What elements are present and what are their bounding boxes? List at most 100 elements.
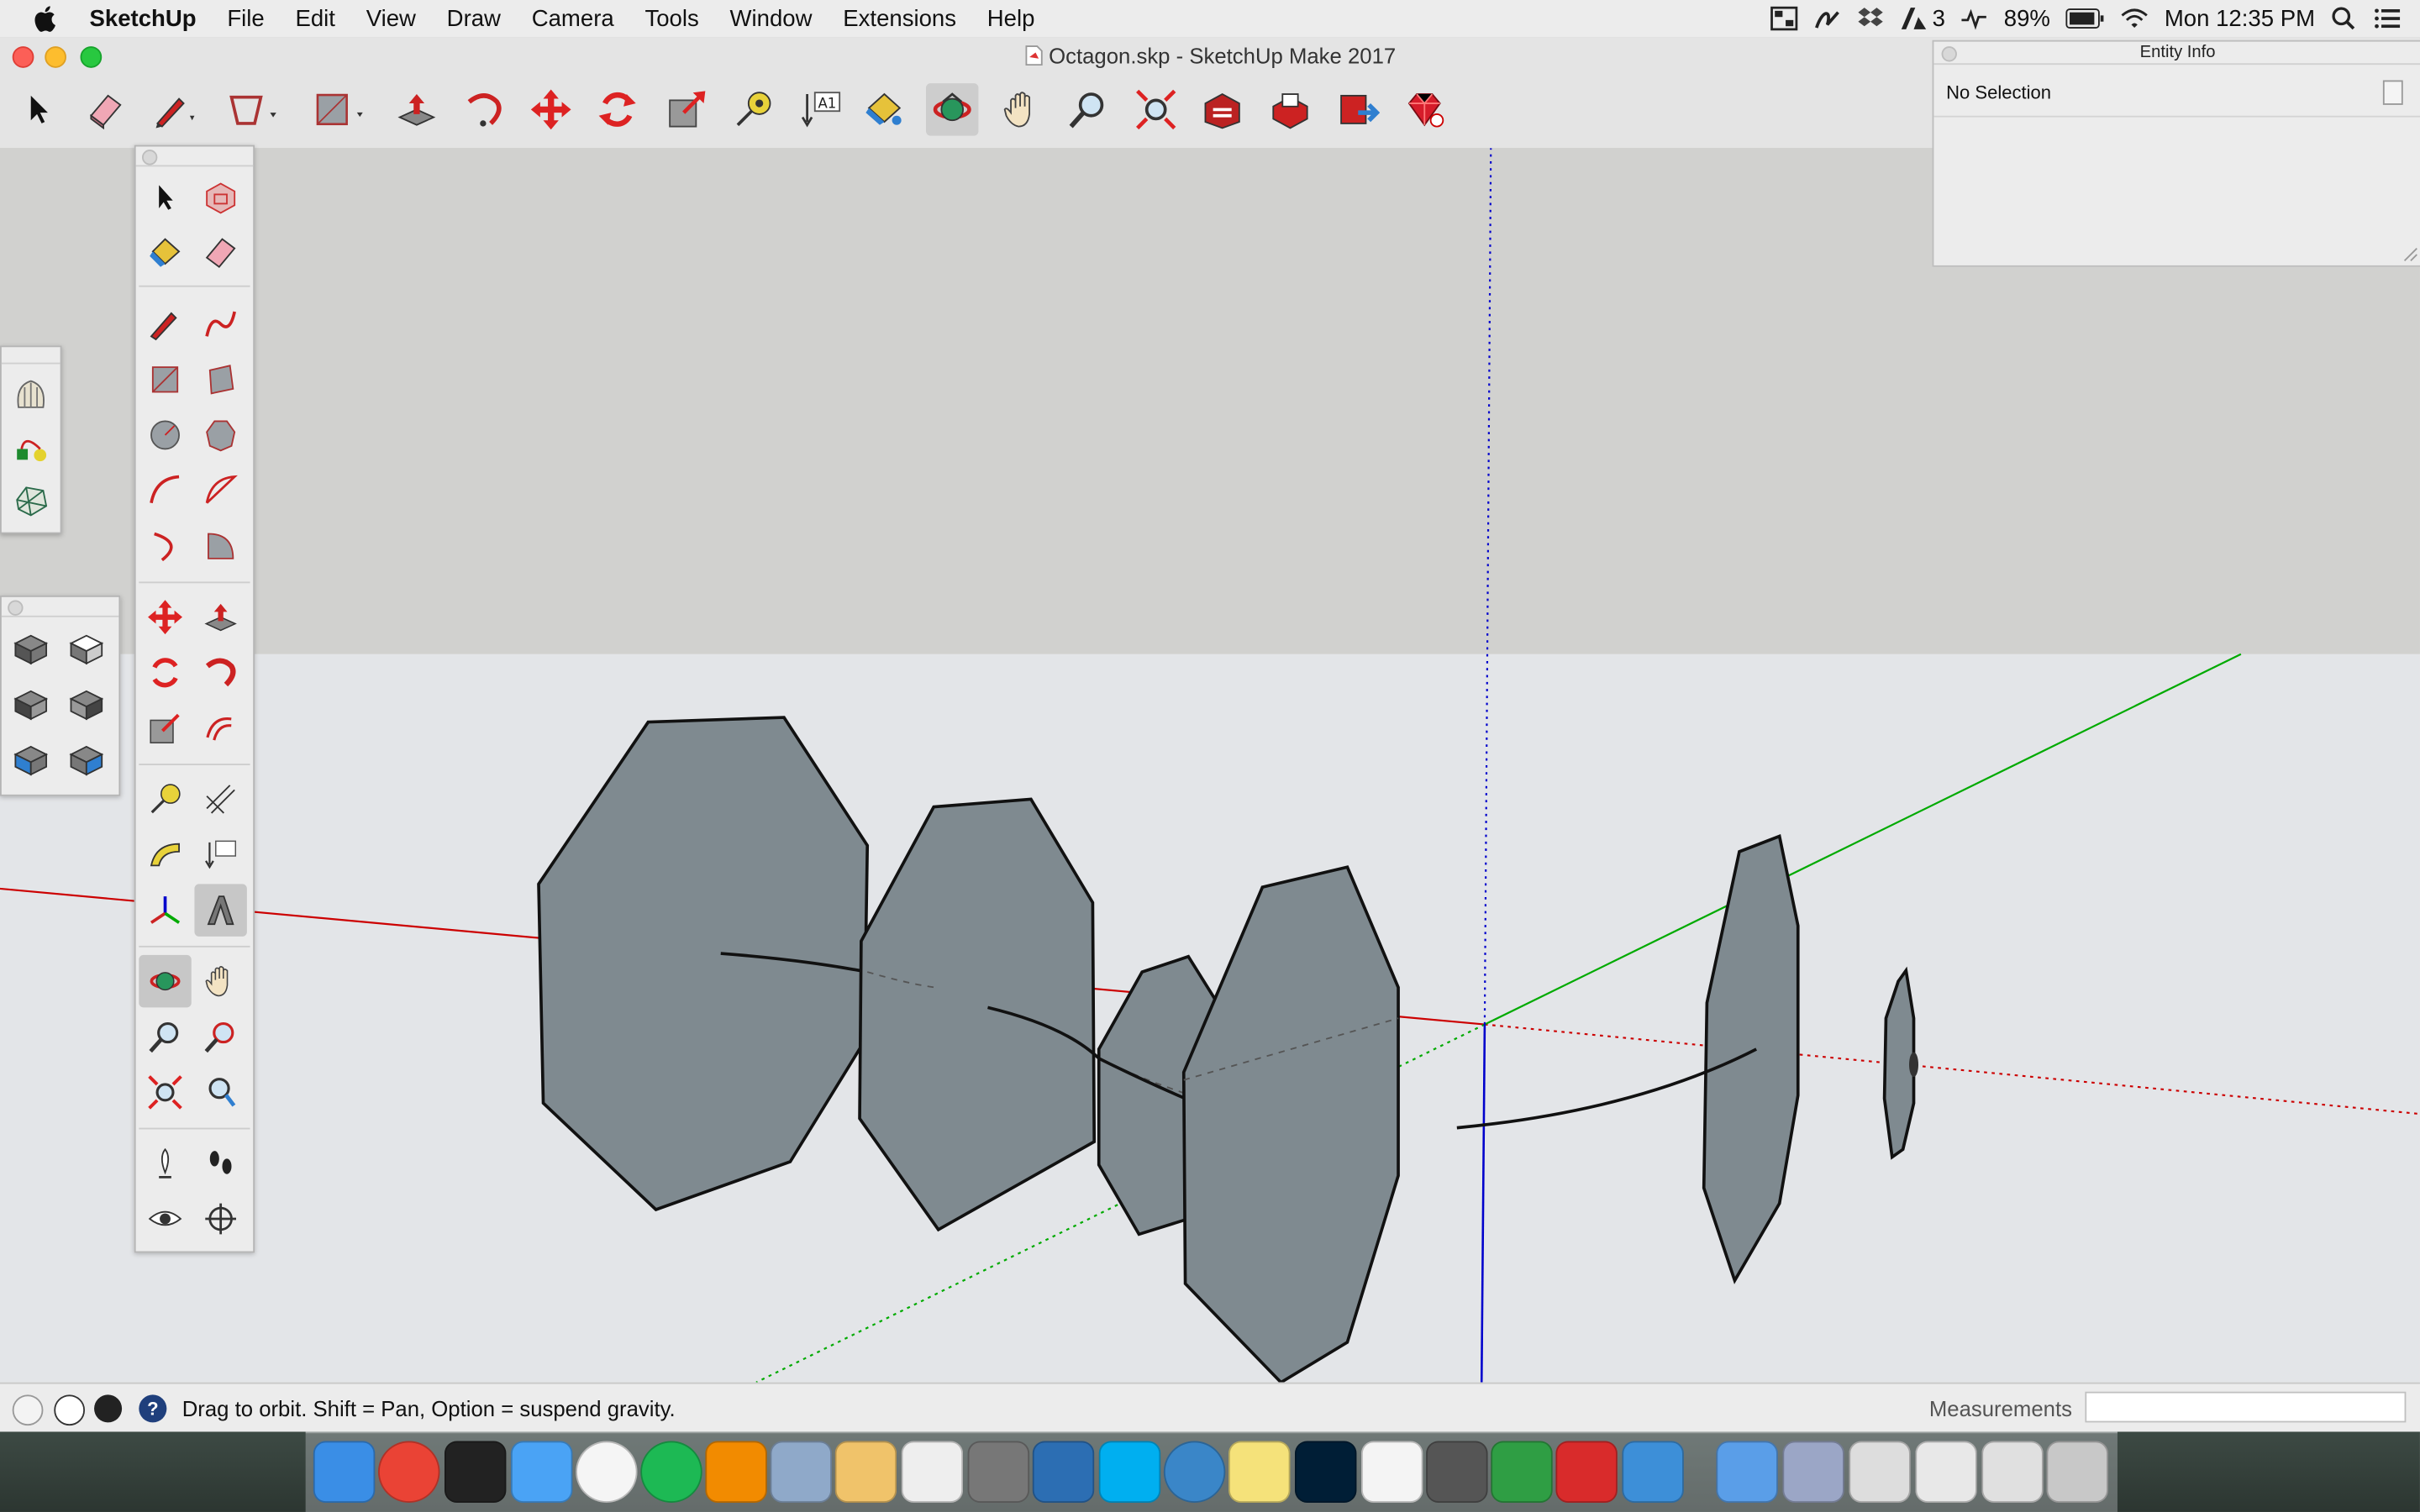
palette-line-button[interactable]	[139, 297, 191, 349]
back-view-button[interactable]	[5, 732, 57, 785]
entity-info-expand-button[interactable]	[2382, 80, 2403, 105]
palette-make-component-button[interactable]	[194, 171, 246, 223]
dock-one-piece-icon[interactable]	[1360, 1441, 1423, 1503]
clock[interactable]: Mon 12:35 PM	[2165, 5, 2315, 31]
credits-icon[interactable]	[54, 1394, 86, 1426]
paint-bucket-tool-button[interactable]	[858, 83, 910, 135]
palette-walk-button[interactable]	[194, 1137, 246, 1189]
palette-zoom-window-button[interactable]	[194, 1011, 246, 1063]
palette-close-button[interactable]	[8, 600, 24, 616]
dock-textedit-icon[interactable]	[834, 1441, 897, 1503]
menu-draw[interactable]: Draw	[431, 5, 516, 31]
menu-help[interactable]: Help	[971, 5, 1050, 31]
dock-vlc-icon[interactable]	[705, 1441, 767, 1503]
ruby-tool-button[interactable]	[1398, 83, 1450, 135]
palette-polygon-button[interactable]	[194, 409, 246, 461]
dock-thunderbird-icon[interactable]	[1032, 1441, 1095, 1503]
palette-close-button[interactable]	[141, 150, 158, 165]
shape-tool-button[interactable]	[227, 83, 279, 135]
drape-tool-button[interactable]	[5, 474, 57, 526]
dock-trash-icon[interactable]	[2046, 1441, 2108, 1503]
modeling-viewport[interactable]	[0, 148, 2420, 1383]
right-view-button[interactable]	[60, 677, 113, 729]
smoove-tool-button[interactable]	[5, 369, 57, 421]
entity-info-close-button[interactable]	[1941, 46, 1957, 62]
dock-chrome-icon[interactable]	[377, 1441, 440, 1503]
help-question-icon[interactable]: ?	[139, 1394, 167, 1423]
battery-icon[interactable]	[2065, 8, 2106, 29]
palette-scale-button[interactable]	[139, 702, 191, 754]
tape-measure-tool-button[interactable]	[727, 83, 779, 135]
menu-view[interactable]: View	[350, 5, 431, 31]
palette-rectangle-button[interactable]	[139, 354, 191, 406]
follow-me-tool-button[interactable]	[458, 83, 510, 135]
dock-messages-icon[interactable]	[510, 1441, 573, 1503]
palette-2-point-arc-button[interactable]	[194, 465, 246, 517]
palette-rotate-button[interactable]	[139, 647, 191, 699]
dock-safari-icon[interactable]	[1163, 1441, 1226, 1503]
menu-app-name[interactable]: SketchUp	[90, 5, 212, 31]
menu-camera[interactable]: Camera	[516, 5, 629, 31]
dock-x11-icon[interactable]	[1426, 1441, 1488, 1503]
dropbox-icon[interactable]	[1857, 6, 1885, 30]
dock-xcode-icon[interactable]	[1622, 1441, 1684, 1503]
rotate-tool-button[interactable]	[591, 83, 643, 135]
dock-pages-icon[interactable]	[901, 1441, 964, 1503]
palette-3-point-arc-button[interactable]	[139, 520, 191, 572]
dock-finder-icon[interactable]	[313, 1441, 376, 1503]
dock-sketchup-icon[interactable]	[1555, 1441, 1618, 1503]
dock-terminal-icon[interactable]	[444, 1441, 507, 1503]
palette-pie-button[interactable]	[194, 520, 246, 572]
palette-paint-bucket-button[interactable]	[139, 227, 191, 279]
dock-stickies-icon[interactable]	[1228, 1441, 1291, 1503]
palette-push-pull-button[interactable]	[194, 591, 246, 643]
activity-monitor-icon[interactable]	[1960, 6, 1988, 30]
menu-edit[interactable]: Edit	[280, 5, 350, 31]
menu-file[interactable]: File	[212, 5, 280, 31]
dock-system-preferences-icon[interactable]	[967, 1441, 1030, 1503]
dock-documents-icon[interactable]	[1782, 1441, 1844, 1503]
zoom-extents-tool-button[interactable]	[1129, 83, 1181, 135]
palette-zoom-extents-button[interactable]	[139, 1066, 191, 1118]
palette-header[interactable]	[135, 146, 254, 167]
select-tool-button[interactable]	[13, 83, 65, 135]
zoom-tool-button[interactable]	[1062, 83, 1114, 135]
adobe-cc-status[interactable]: 3	[1900, 5, 1945, 32]
wifi-icon[interactable]	[2121, 6, 2149, 30]
palette-offset-button[interactable]	[194, 702, 246, 754]
text-tool-button[interactable]: A1	[795, 83, 847, 135]
dock-photoshop-icon[interactable]	[1294, 1441, 1357, 1503]
dock-spreadsheet-2-icon[interactable]	[1915, 1441, 1977, 1503]
dock-numbers-icon[interactable]	[1491, 1441, 1553, 1503]
stamp-tool-button[interactable]	[5, 421, 57, 473]
resize-grip-icon[interactable]	[2403, 247, 2418, 262]
palette-move-button[interactable]	[139, 591, 191, 643]
palette-circle-button[interactable]	[139, 409, 191, 461]
measurements-input[interactable]	[2085, 1391, 2407, 1423]
palette-orbit-button[interactable]	[139, 954, 192, 1008]
notification-center-icon[interactable]	[2374, 6, 2402, 30]
palette-follow-me-button[interactable]	[194, 647, 246, 699]
palette-rotated-rectangle-button[interactable]	[194, 354, 246, 406]
eraser-tool-button[interactable]	[79, 83, 131, 135]
palette-header[interactable]	[1, 597, 119, 617]
spotlight-search-icon[interactable]	[2330, 6, 2358, 30]
dock-skype-icon[interactable]	[1098, 1441, 1161, 1503]
line-tool-button[interactable]	[148, 83, 200, 135]
palette-protractor-button[interactable]	[139, 828, 191, 880]
palette-header[interactable]	[1, 347, 60, 365]
geo-location-icon[interactable]	[12, 1394, 44, 1426]
3d-warehouse-tool-button[interactable]	[1196, 83, 1248, 135]
menu-extensions[interactable]: Extensions	[828, 5, 972, 31]
front-view-button[interactable]	[5, 677, 57, 729]
screen-layout-icon[interactable]	[1770, 6, 1798, 31]
apple-menu-icon[interactable]	[34, 5, 58, 33]
palette-3d-text-button[interactable]	[194, 884, 247, 937]
palette-tape-measure-button[interactable]	[139, 773, 191, 825]
menu-tools[interactable]: Tools	[629, 5, 714, 31]
menu-window[interactable]: Window	[714, 5, 828, 31]
palette-arc-button[interactable]	[139, 465, 191, 517]
rectangle-tool-button[interactable]	[312, 83, 364, 135]
palette-pan-button[interactable]	[194, 955, 246, 1007]
palette-look-around-button[interactable]	[139, 1193, 191, 1245]
